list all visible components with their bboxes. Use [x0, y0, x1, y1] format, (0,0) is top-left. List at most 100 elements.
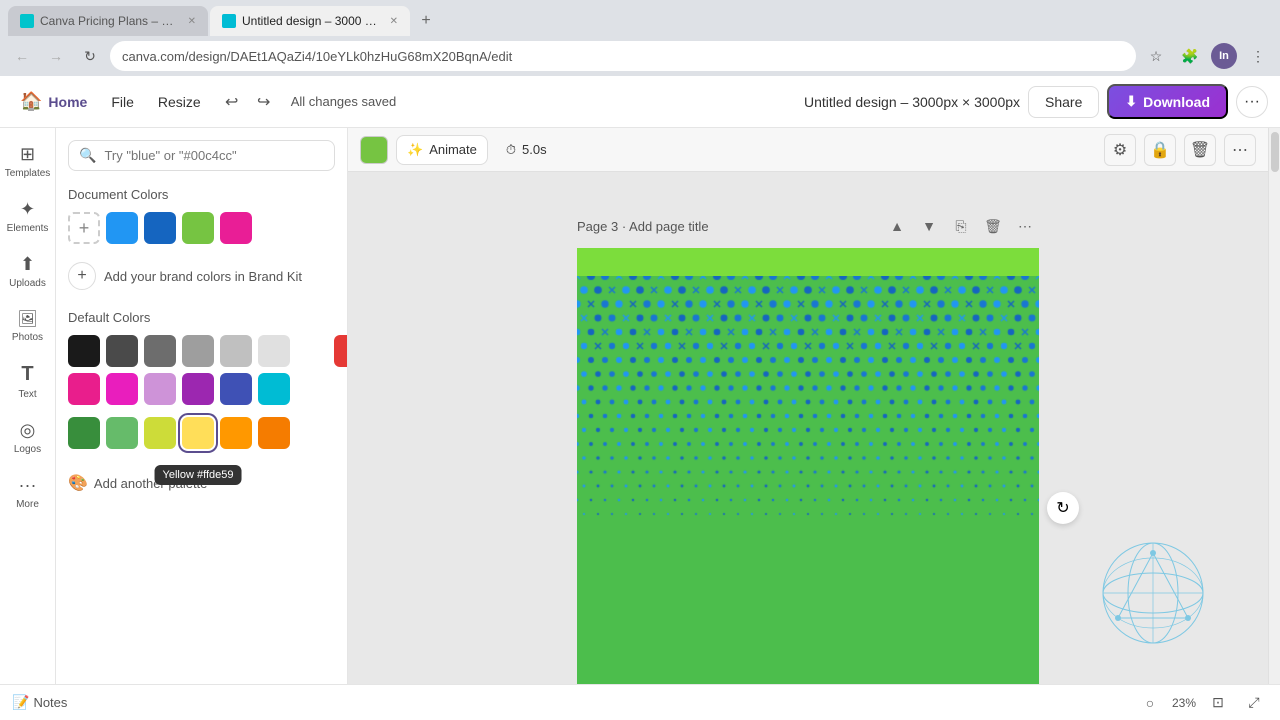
default-color-7[interactable] — [334, 335, 348, 367]
document-colors-row: + — [68, 212, 335, 244]
browser-tab-2[interactable]: Untitled design – 3000 × 3000px ✕ — [210, 6, 410, 36]
redo-button[interactable]: ↪ — [249, 87, 279, 117]
default-color-0[interactable] — [68, 335, 100, 367]
filter-button[interactable]: ⚙ — [1104, 134, 1136, 166]
default-color-8[interactable] — [68, 373, 100, 405]
settings-button[interactable]: ⋮ — [1244, 42, 1272, 70]
selected-color-swatch[interactable] — [360, 136, 388, 164]
default-color-1[interactable] — [106, 335, 138, 367]
page-down-button[interactable]: ▼ — [915, 212, 943, 240]
sidebar-item-logos[interactable]: ◎ Logos — [2, 412, 54, 463]
add-color-button[interactable]: + — [68, 212, 100, 244]
sidebar-item-text[interactable]: T Text — [2, 355, 54, 408]
default-color-3[interactable] — [182, 335, 214, 367]
fullscreen-button[interactable]: ⤢ — [1240, 689, 1268, 717]
bookmark-button[interactable]: ☆ — [1142, 42, 1170, 70]
undo-button[interactable]: ↩ — [217, 87, 247, 117]
design-title: Untitled design – 3000px × 3000px — [804, 94, 1020, 110]
scrollbar-thumb[interactable] — [1271, 132, 1279, 172]
uploads-label: Uploads — [9, 278, 46, 289]
default-color-10[interactable] — [144, 373, 176, 405]
color-light-green[interactable] — [106, 417, 138, 449]
bottom-bar: 📝 Notes ○ 23% ⊡ ⤢ — [0, 684, 1280, 720]
profile-avatar: In — [1211, 43, 1237, 69]
back-button[interactable]: ← — [8, 42, 36, 70]
color-orange[interactable] — [220, 417, 252, 449]
timer-button[interactable]: ⏱ 5.0s — [496, 136, 557, 164]
default-color-2[interactable] — [144, 335, 176, 367]
canvas-page[interactable] — [577, 248, 1039, 684]
browser-tab-1[interactable]: Canva Pricing Plans – Free, Pro &... ✕ — [8, 6, 208, 36]
templates-label: Templates — [5, 168, 51, 179]
default-color-12[interactable] — [220, 373, 252, 405]
yellow-color-container[interactable]: Yellow #ffde59 — [182, 417, 214, 449]
photos-label: Photos — [12, 332, 43, 343]
default-color-6[interactable] — [296, 335, 328, 367]
download-button[interactable]: ⬇ Download — [1107, 84, 1228, 119]
color-dark-green[interactable] — [68, 417, 100, 449]
sidebar-item-templates[interactable]: ⊞ Templates — [2, 136, 54, 187]
default-color-9[interactable] — [106, 373, 138, 405]
color-search-bar[interactable]: 🔍 — [68, 140, 335, 171]
lock-button[interactable]: 🔒 — [1144, 134, 1176, 166]
canvas-area: ✨ Animate ⏱ 5.0s ⚙ 🔒 🗑 ⋯ — [348, 128, 1268, 684]
default-color-11[interactable] — [182, 373, 214, 405]
timer-label: 5.0s — [522, 142, 547, 157]
default-color-13[interactable] — [258, 373, 290, 405]
color-lime[interactable] — [144, 417, 176, 449]
share-button[interactable]: Share — [1028, 86, 1099, 118]
doc-color-pink[interactable] — [220, 212, 252, 244]
page-label[interactable]: Page 3 · Add page title — [577, 219, 875, 234]
add-palette-button[interactable]: 🎨 Add another palette — [68, 469, 335, 497]
page-label-bar: Page 3 · Add page title ▲ ▼ ⎘ 🗑 ⋯ — [577, 212, 1039, 240]
sidebar-item-more[interactable]: ··· More — [2, 467, 54, 518]
doc-color-green[interactable] — [182, 212, 214, 244]
page-up-button[interactable]: ▲ — [883, 212, 911, 240]
more-options-button[interactable]: ··· — [1236, 86, 1268, 118]
more-canvas-button[interactable]: ⋯ — [1224, 134, 1256, 166]
color-search-input[interactable] — [104, 148, 324, 163]
uploads-icon: ⬆ — [20, 254, 35, 275]
sidebar-item-elements[interactable]: ✦ Elements — [2, 191, 54, 242]
home-button[interactable]: 🏠 Home — [12, 85, 95, 118]
animate-label: Animate — [429, 142, 477, 157]
download-icon: ⬇ — [1125, 93, 1137, 110]
animate-button[interactable]: ✨ Animate — [396, 135, 488, 165]
page-more-button[interactable]: ⋯ — [1011, 212, 1039, 240]
default-color-4[interactable] — [220, 335, 252, 367]
tab-1-close[interactable]: ✕ — [188, 16, 196, 27]
doc-color-darkblue[interactable] — [144, 212, 176, 244]
resize-menu[interactable]: Resize — [150, 88, 209, 116]
sidebar: ⊞ Templates ✦ Elements ⬆ Uploads 🖼 Photo… — [0, 128, 56, 684]
profile-area[interactable]: In — [1210, 42, 1238, 70]
text-label: Text — [18, 389, 36, 400]
page-delete-button[interactable]: 🗑 — [979, 212, 1007, 240]
file-menu[interactable]: File — [103, 88, 142, 116]
trash-button[interactable]: 🗑 — [1184, 134, 1216, 166]
default-color-5[interactable] — [258, 335, 290, 367]
color-yellow[interactable] — [182, 417, 214, 449]
sidebar-item-photos[interactable]: 🖼 Photos — [2, 301, 54, 351]
tab-2-title: Untitled design – 3000 × 3000px — [242, 14, 380, 28]
sidebar-item-uploads[interactable]: ⬆ Uploads — [2, 246, 54, 297]
page-top-bar — [577, 248, 1039, 276]
new-tab-button[interactable]: + — [412, 7, 440, 35]
templates-icon: ⊞ — [20, 144, 35, 165]
brand-kit-row[interactable]: + Add your brand colors in Brand Kit — [68, 258, 335, 294]
page-actions: ▲ ▼ ⎘ 🗑 ⋯ — [883, 212, 1039, 240]
page-copy-button[interactable]: ⎘ — [947, 212, 975, 240]
extension-button[interactable]: 🧩 — [1176, 42, 1204, 70]
reload-button[interactable]: ↻ — [76, 42, 104, 70]
color-dark-orange[interactable] — [258, 417, 290, 449]
doc-color-blue[interactable] — [106, 212, 138, 244]
address-bar[interactable]: canva.com/design/DAEt1AQaZi4/10eYLk0hzHu… — [110, 41, 1136, 71]
tab-2-close[interactable]: ✕ — [390, 16, 398, 27]
right-scrollbar — [1268, 128, 1280, 684]
zoom-out-button[interactable]: ○ — [1136, 689, 1164, 717]
refresh-button[interactable]: ↻ — [1047, 492, 1079, 524]
fit-screen-button[interactable]: ⊡ — [1204, 689, 1232, 717]
forward-button[interactable]: → — [42, 42, 70, 70]
page-wrapper: Page 3 · Add page title ▲ ▼ ⎘ 🗑 ⋯ — [577, 212, 1039, 684]
notes-icon: 📝 — [12, 694, 29, 711]
tab-favicon-2 — [222, 14, 236, 28]
